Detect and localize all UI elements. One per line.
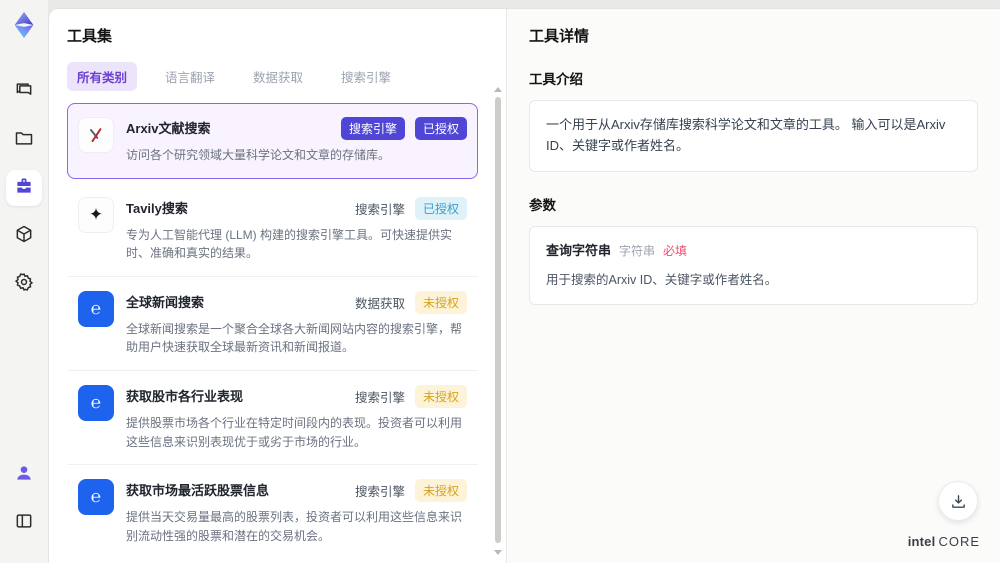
sidebar-item-chat[interactable] (6, 74, 42, 110)
tool-icon-arxiv (78, 117, 114, 153)
scrollbar-thumb[interactable] (495, 97, 501, 543)
tool-category-badge: 搜索引擎 (340, 117, 405, 140)
scroll-down-icon[interactable] (494, 550, 502, 555)
intro-box: 一个用于从Arxiv存储库搜索科学论文和文章的工具。 输入可以是Arxiv ID… (529, 100, 978, 172)
intel-core-logo: intel CORE (908, 534, 980, 549)
detail-title: 工具详情 (529, 28, 590, 45)
tool-auth-badge: 未授权 (414, 384, 467, 408)
tool-name: 获取市场最活跃股票信息 (126, 483, 270, 499)
tool-icon-blue-e: ℮ (78, 384, 114, 421)
tool-desc: 全球新闻搜索是一个聚合全球各大新闻网站内容的搜索引擎，帮助用户快速获取全球最新资… (126, 321, 463, 355)
tool-desc: 提供当天交易量最高的股票列表，投资者可以利用这些信息来识别流动性强的股票和潜在的… (126, 510, 463, 543)
tool-row-0[interactable]: Arxiv文献搜索 搜索引擎 已授权访问各个研究领域大量科学论文和文章的存储库。 (67, 103, 478, 179)
param-desc: 用于搜索的Arxiv ID、关键字或作者姓名。 (546, 273, 778, 288)
toolset-pane: 工具集 所有类别 语言翻译 数据获取 搜索引擎 Arxiv文献搜索 搜索引擎 已授权 访问各… (49, 9, 506, 563)
tool-name: Arxiv文献搜索 (126, 121, 211, 136)
sidebar-item-user[interactable] (6, 457, 42, 493)
scrollbar[interactable] (494, 87, 502, 555)
tool-desc: 提供股票市场各个行业在特定时间段内的表现。投资者可以利用这些信息来识别表现优于或… (126, 415, 463, 449)
intel-wordmark: intel (907, 534, 936, 549)
settings-icon (14, 272, 34, 297)
tool-auth-badge: 已授权 (414, 196, 467, 220)
tool-row-2[interactable]: ℮ 全球新闻搜索 数据获取 未授权全球新闻搜索是一个聚合全球各大新闻网站内容的搜索引擎… (67, 277, 478, 371)
category-tabs: 所有类别 语言翻译 数据获取 搜索引擎 (67, 62, 492, 91)
tool-row-1[interactable]: ✦ Tavily搜索 搜索引擎 已授权专为人工智能代理 (LLM) 构建的搜索引擎工具… (67, 183, 478, 277)
main-card: 工具集 所有类别 语言翻译 数据获取 搜索引擎 Arxiv文献搜索 搜索引擎 已授权 访问各… (48, 8, 1000, 563)
intro-heading: 工具介绍 (529, 72, 583, 87)
intro-text: 一个用于从Arxiv存储库搜索科学论文和文章的工具。 输入可以是Arxiv ID… (546, 117, 946, 153)
chat-icon (14, 80, 34, 105)
sidebar-item-cube[interactable] (6, 218, 42, 254)
tool-icon-tavily: ✦ (78, 196, 114, 233)
sidebar-item-panel-toggle[interactable] (6, 505, 42, 541)
toolset-title: 工具集 (67, 28, 113, 45)
tab-2[interactable]: 数据获取 (243, 62, 313, 91)
detail-pane: 工具详情 工具介绍 一个用于从Arxiv存储库搜索科学论文和文章的工具。 输入可… (506, 9, 1000, 563)
tool-name: Tavily搜索 (126, 200, 188, 216)
tool-category-badge: 数据获取 (354, 296, 405, 311)
tab-1[interactable]: 语言翻译 (155, 62, 225, 91)
tool-icon-news: ℮ (78, 479, 114, 516)
tool-row-4[interactable]: ℮ 获取市场最活跃股票信息 搜索引擎 未授权提供当天交易量最高的股票列表，投资者可以利… (67, 465, 478, 551)
tool-desc: 访问各个研究领域大量科学论文和文章的存储库。 (126, 148, 391, 162)
rail-nav (6, 74, 42, 314)
scroll-up-icon[interactable] (494, 87, 502, 92)
folder-icon (14, 128, 34, 153)
tab-3[interactable]: 搜索引擎 (331, 62, 401, 91)
app-window: 工具集 所有类别 语言翻译 数据获取 搜索引擎 Arxiv文献搜索 搜索引擎 已授权 访问各… (0, 0, 1000, 563)
user-icon (14, 463, 34, 488)
cube-icon (14, 224, 34, 249)
tool-name: 获取股市各行业表现 (126, 388, 244, 404)
tab-0[interactable]: 所有类别 (67, 62, 138, 91)
tool-row-3[interactable]: ℮ 获取股市各行业表现 搜索引擎 未授权提供股票市场各个行业在特定时间段内的表现。投资… (67, 371, 478, 466)
param-type: 字符串 (619, 243, 656, 258)
rail-bottom (6, 457, 42, 553)
params-heading: 参数 (529, 197, 556, 213)
panel-toggle-icon (14, 511, 34, 536)
download-button[interactable] (938, 481, 978, 521)
toolbox-icon (14, 176, 34, 201)
tool-category-badge: 搜索引擎 (354, 485, 405, 500)
sidebar-item-settings[interactable] (6, 266, 42, 302)
tool-icon-blue-e: ℮ (78, 290, 114, 327)
tool-list: Arxiv文献搜索 搜索引擎 已授权 访问各个研究领域大量科学论文和文章的存储库。 ✦ T… (67, 103, 492, 551)
tool-category-badge: 搜索引擎 (354, 390, 405, 405)
sidebar-item-toolbox[interactable] (6, 170, 42, 206)
tool-category-badge: 搜索引擎 (354, 202, 405, 217)
tool-auth-badge: 未授权 (414, 479, 467, 503)
core-wordmark: CORE (938, 534, 980, 549)
app-logo[interactable] (9, 10, 39, 40)
param-name: 查询字符串 (546, 242, 612, 258)
tool-desc: 专为人工智能代理 (LLM) 构建的搜索引擎工具。可快速提供实时、准确和真实的结… (126, 227, 453, 261)
tool-auth-badge: 未授权 (414, 290, 467, 314)
tool-name: 全球新闻搜索 (126, 294, 205, 310)
sidebar-item-folder[interactable] (6, 122, 42, 158)
sidebar-rail (0, 0, 48, 563)
param-required-flag: 必填 (663, 243, 688, 258)
param-box: 查询字符串 字符串 必填 用于搜索的Arxiv ID、关键字或作者姓名。 (529, 225, 978, 306)
tool-auth-badge: 已授权 (414, 117, 467, 140)
